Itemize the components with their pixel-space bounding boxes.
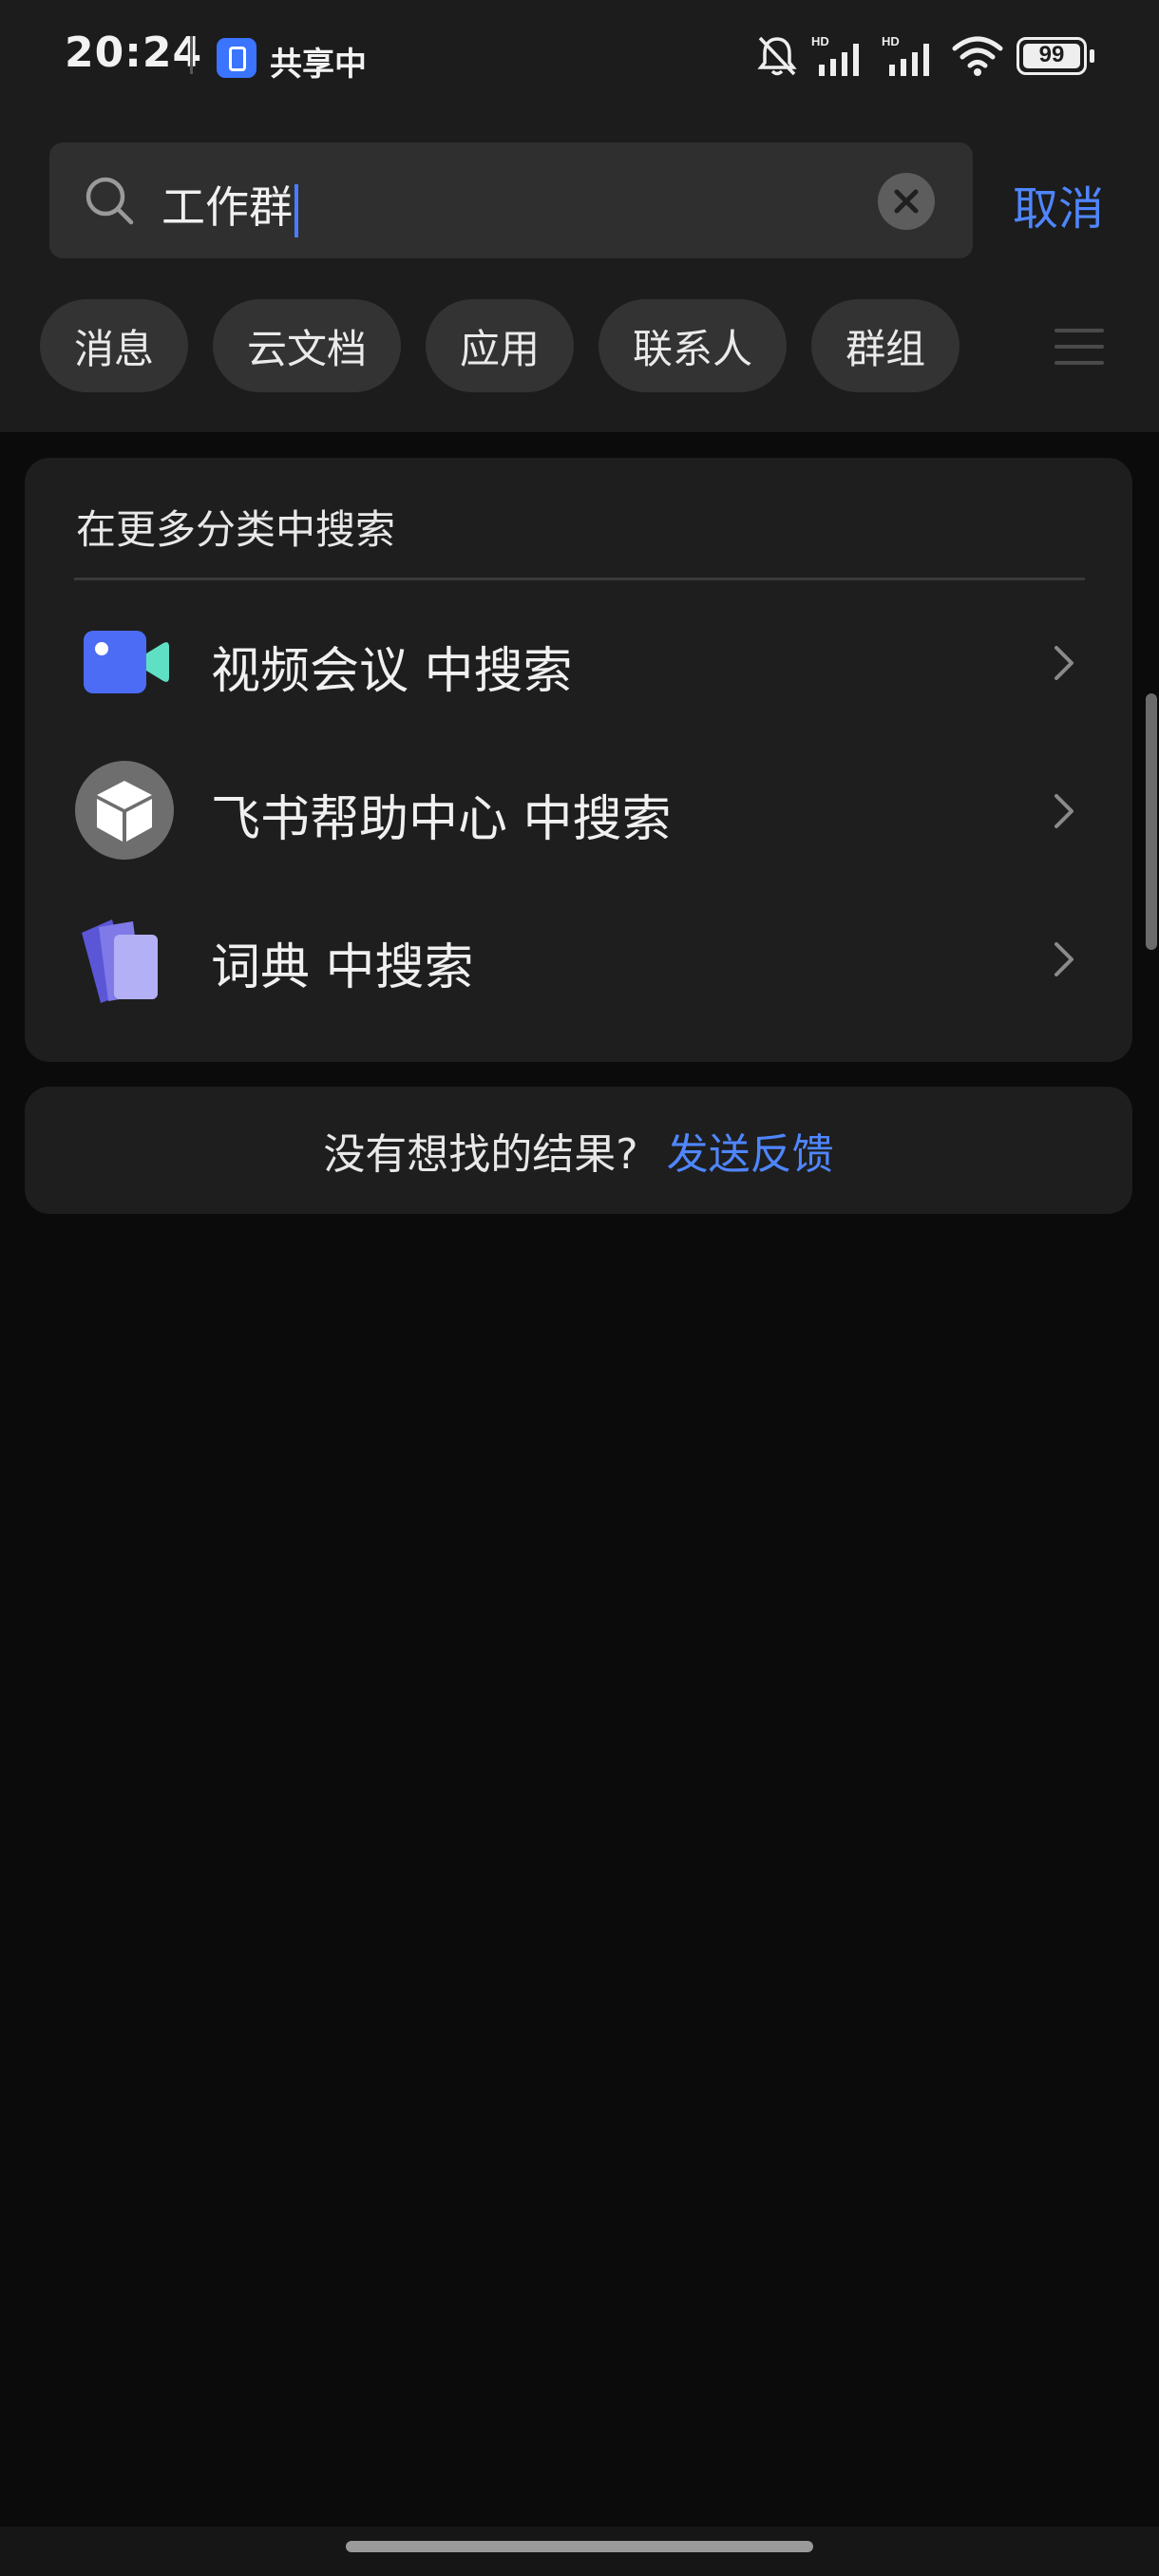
row-label: 飞书帮助中心 中搜索 (211, 791, 672, 848)
clear-search-button[interactable] (878, 173, 935, 230)
dictionary-icon (82, 919, 158, 1003)
list-item-video-meeting[interactable]: 视频会议 中搜索 (25, 591, 1132, 733)
cancel-button[interactable]: 取消 (1013, 171, 1104, 237)
home-indicator[interactable] (346, 2541, 813, 2552)
chevron-right-icon (1054, 646, 1074, 680)
tab-cloud-docs[interactable]: 云文档 (213, 299, 402, 392)
status-bar: 20:24 共享中 HD HD 99 (0, 0, 1159, 114)
row-label: 视频会议 中搜索 (211, 643, 573, 700)
svg-text:HD: HD (811, 34, 829, 48)
text-caret (294, 183, 298, 237)
battery-level: 99 (1038, 42, 1065, 67)
search-icon (86, 177, 134, 225)
clear-icon (894, 189, 919, 214)
svg-text:HD: HD (882, 34, 900, 48)
search-query: 工作群 (162, 181, 293, 233)
bell-off-icon (757, 36, 797, 76)
status-indicators: HD HD 99 (756, 32, 1094, 80)
feedback-card: 没有想找的结果? 发送反馈 (25, 1087, 1132, 1214)
tab-contacts[interactable]: 联系人 (598, 299, 788, 392)
search-page: 20:24 共享中 HD HD 99 工作群 取消 消息 云文档 应用 联系人 … (0, 0, 1159, 2576)
video-meeting-icon (84, 631, 169, 693)
status-divider (190, 36, 193, 74)
send-feedback-link[interactable]: 发送反馈 (667, 1120, 834, 1181)
scrollbar[interactable] (1146, 693, 1157, 950)
list-item-dictionary[interactable]: 词典 中搜索 (25, 887, 1132, 1030)
more-categories-title: 在更多分类中搜索 (76, 506, 396, 553)
category-tabs: 消息 云文档 应用 联系人 群组 (40, 299, 960, 392)
tab-messages[interactable]: 消息 (40, 299, 189, 392)
row-label: 词典 中搜索 (211, 939, 474, 996)
wifi-icon (952, 36, 1003, 76)
chevron-right-icon (1054, 942, 1074, 976)
help-center-icon (75, 761, 174, 860)
status-time: 20:24 (65, 28, 203, 77)
search-input[interactable]: 工作群 (49, 142, 973, 258)
feedback-question: 没有想找的结果? (323, 1130, 638, 1179)
battery-icon: 99 (1016, 37, 1094, 75)
signal-hd-icon: HD (882, 34, 929, 76)
search-query-text[interactable]: 工作群 (162, 173, 298, 237)
search-header: 工作群 取消 消息 云文档 应用 联系人 群组 (0, 114, 1159, 432)
menu-icon[interactable] (1054, 325, 1104, 369)
more-categories-card: 在更多分类中搜索 视频会议 中搜索 飞书帮助中心 中搜索 词典 中搜索 (25, 458, 1132, 1062)
sharing-status: 共享中 (270, 46, 367, 84)
divider (74, 578, 1085, 580)
list-item-help-center[interactable]: 飞书帮助中心 中搜索 (25, 739, 1132, 881)
chevron-right-icon (1054, 794, 1074, 828)
screen-share-icon (217, 38, 256, 78)
signal-hd-icon: HD (811, 34, 859, 76)
tab-apps[interactable]: 应用 (426, 299, 575, 392)
tab-groups[interactable]: 群组 (811, 299, 960, 392)
